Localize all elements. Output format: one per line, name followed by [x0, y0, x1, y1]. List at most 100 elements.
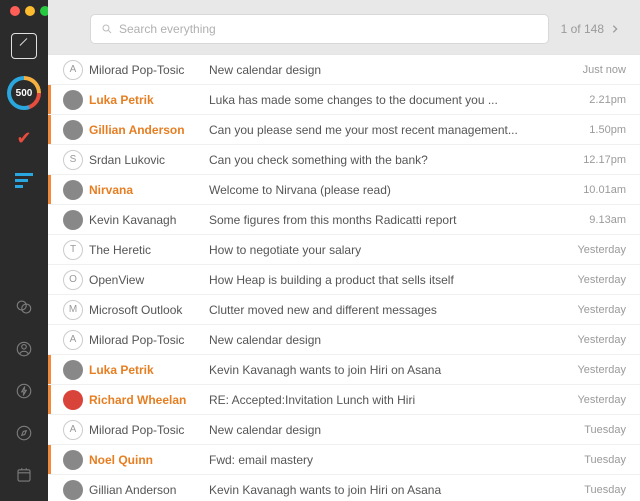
- profile-button[interactable]: [8, 333, 40, 365]
- subject-text: Some figures from this months Radicatti …: [209, 213, 570, 227]
- message-row[interactable]: M Microsoft OutlookClutter moved new and …: [48, 295, 640, 325]
- message-row[interactable]: Noel QuinnFwd: email masteryTuesday: [48, 445, 640, 475]
- close-window-button[interactable]: [10, 6, 20, 16]
- time-label: Tuesday: [570, 454, 626, 466]
- time-label: Yesterday: [570, 304, 626, 316]
- sender-name: The Heretic: [89, 243, 209, 257]
- subject-text: Welcome to Nirvana (please read): [209, 183, 570, 197]
- time-label: Yesterday: [570, 394, 626, 406]
- sender-name: Milorad Pop-Tosic: [89, 63, 209, 77]
- avatar-wrap: A: [51, 330, 89, 350]
- avatar-wrap: [51, 450, 89, 470]
- avatar: [63, 480, 83, 500]
- topbar: Search everything 1 of 148: [48, 0, 640, 54]
- sender-name: Srdan Lukovic: [89, 153, 209, 167]
- compose-button[interactable]: [8, 30, 40, 62]
- avatar-wrap: [51, 360, 89, 380]
- avatar-wrap: M: [51, 300, 89, 320]
- chevron-right-icon[interactable]: [610, 24, 620, 34]
- subject-text: RE: Accepted:Invitation Lunch with Hiri: [209, 393, 570, 407]
- message-row[interactable]: NirvanaWelcome to Nirvana (please read)1…: [48, 175, 640, 205]
- search-input[interactable]: Search everything: [90, 14, 549, 44]
- app-window: 500 ✔: [0, 0, 640, 501]
- avatar: [63, 120, 83, 140]
- calendar-button[interactable]: [8, 459, 40, 491]
- avatar: [63, 90, 83, 110]
- avatar: A: [63, 330, 83, 350]
- sender-name: Milorad Pop-Tosic: [89, 333, 209, 347]
- compass-icon: [15, 424, 33, 442]
- message-row[interactable]: AMilorad Pop-TosicNew calendar designYes…: [48, 325, 640, 355]
- message-row[interactable]: Gillian AndersonKevin Kavanagh wants to …: [48, 475, 640, 501]
- avatar-wrap: [51, 90, 89, 110]
- sender-name: OpenView: [89, 273, 209, 287]
- message-row[interactable]: AMilorad Pop-TosicNew calendar designTue…: [48, 415, 640, 445]
- avatar-wrap: [51, 390, 89, 410]
- time-label: 10.01am: [570, 184, 626, 196]
- avatar-wrap: [51, 180, 89, 200]
- minimize-window-button[interactable]: [25, 6, 35, 16]
- search-placeholder: Search everything: [119, 22, 216, 36]
- avatar-wrap: T: [51, 240, 89, 260]
- avatar-wrap: [51, 120, 89, 140]
- chat-button[interactable]: [8, 291, 40, 323]
- time-label: Just now: [570, 64, 626, 76]
- score-widget[interactable]: 500: [7, 76, 41, 110]
- message-row[interactable]: AMilorad Pop-TosicNew calendar designJus…: [48, 55, 640, 85]
- sender-name: Luka Petrik: [89, 93, 209, 107]
- avatar-wrap: S: [51, 150, 89, 170]
- filter-button[interactable]: [8, 164, 40, 196]
- subject-text: Clutter moved new and different messages: [209, 303, 570, 317]
- message-row[interactable]: Luka PetrikLuka has made some changes to…: [48, 85, 640, 115]
- message-row[interactable]: O OpenViewHow Heap is building a product …: [48, 265, 640, 295]
- message-row[interactable]: TThe HereticHow to negotiate your salary…: [48, 235, 640, 265]
- sender-name: Luka Petrik: [89, 363, 209, 377]
- message-list: AMilorad Pop-TosicNew calendar designJus…: [48, 54, 640, 501]
- avatar-wrap: A: [51, 60, 89, 80]
- activity-button[interactable]: [8, 375, 40, 407]
- avatar: [63, 360, 83, 380]
- subject-text: How Heap is building a product that sell…: [209, 273, 570, 287]
- sender-name: Gillian Anderson: [89, 483, 209, 497]
- time-label: Yesterday: [570, 244, 626, 256]
- avatar: M: [63, 300, 83, 320]
- message-row[interactable]: Kevin KavanaghSome figures from this mon…: [48, 205, 640, 235]
- subject-text: Fwd: email mastery: [209, 453, 570, 467]
- sidebar-bottom: [8, 291, 40, 501]
- sender-name: Gillian Anderson: [89, 123, 209, 137]
- avatar: S: [63, 150, 83, 170]
- message-row[interactable]: Gillian AndersonCan you please send me y…: [48, 115, 640, 145]
- sender-name: Kevin Kavanagh: [89, 213, 209, 227]
- time-label: Tuesday: [570, 484, 626, 496]
- sender-name: Richard Wheelan: [89, 393, 209, 407]
- avatar: A: [63, 60, 83, 80]
- subject-text: New calendar design: [209, 423, 570, 437]
- avatar-wrap: O: [51, 270, 89, 290]
- time-label: 9.13am: [570, 214, 626, 226]
- subject-text: Can you check something with the bank?: [209, 153, 570, 167]
- time-label: 12.17pm: [570, 154, 626, 166]
- time-label: 1.50pm: [570, 124, 626, 136]
- sender-name: Milorad Pop-Tosic: [89, 423, 209, 437]
- message-row[interactable]: S Srdan LukovicCan you check something wi…: [48, 145, 640, 175]
- avatar: [63, 180, 83, 200]
- search-icon: [101, 23, 113, 35]
- user-icon: [15, 340, 33, 358]
- tasks-button[interactable]: ✔: [8, 122, 40, 154]
- message-row[interactable]: Luka PetrikKevin Kavanagh wants to join …: [48, 355, 640, 385]
- time-label: Yesterday: [570, 334, 626, 346]
- avatar: T: [63, 240, 83, 260]
- check-icon: ✔: [16, 128, 31, 149]
- subject-text: Luka has made some changes to the docume…: [209, 93, 570, 107]
- main-pane: Search everything 1 of 148 AMilorad Pop-…: [48, 0, 640, 501]
- explore-button[interactable]: [8, 417, 40, 449]
- chat-icon: [15, 298, 33, 316]
- subject-text: Kevin Kavanagh wants to join Hiri on Asa…: [209, 483, 570, 497]
- sender-name: Microsoft Outlook: [89, 303, 209, 317]
- pager-label: 1 of 148: [561, 22, 604, 36]
- sender-name: Nirvana: [89, 183, 209, 197]
- avatar: O: [63, 270, 83, 290]
- message-row[interactable]: Richard WheelanRE: Accepted:Invitation L…: [48, 385, 640, 415]
- avatar: [63, 450, 83, 470]
- window-controls: [8, 6, 50, 16]
